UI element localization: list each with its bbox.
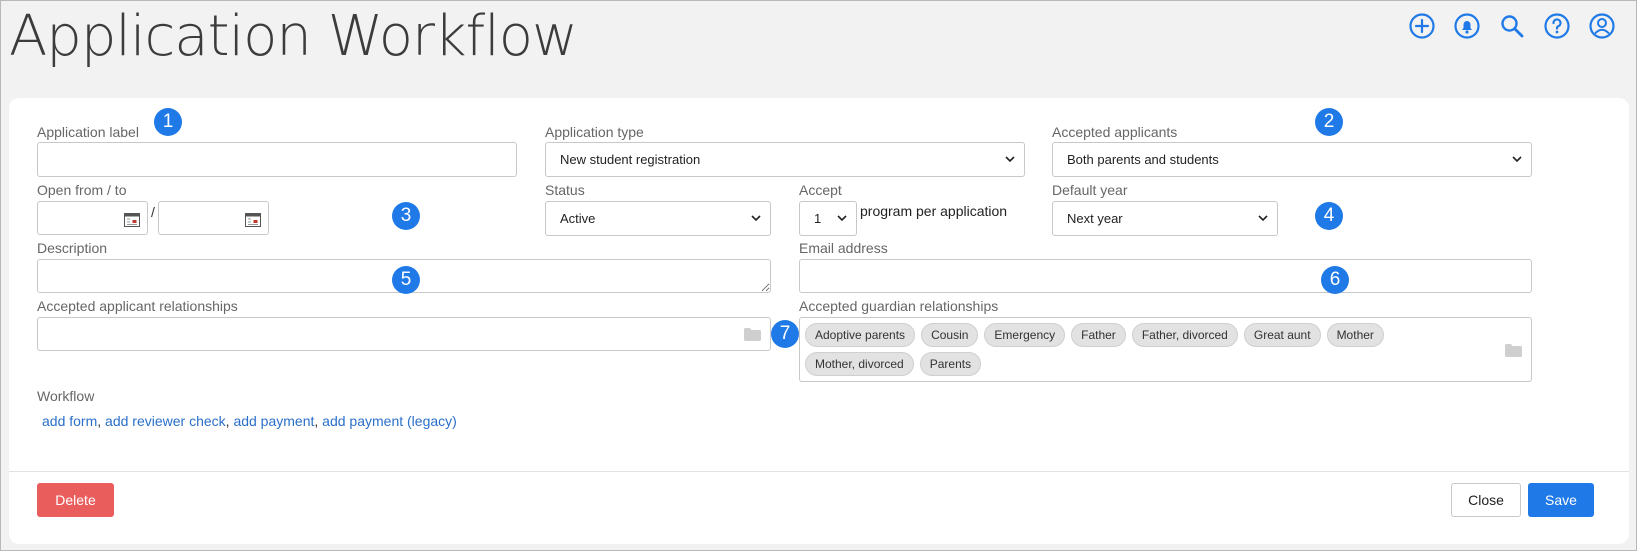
footer-divider: [9, 471, 1629, 472]
email-address-label: Email address: [799, 240, 888, 256]
folder-icon[interactable]: [744, 328, 761, 341]
default-year-value: Next year: [1067, 211, 1123, 226]
add-circle-icon[interactable]: [1408, 12, 1436, 40]
close-button[interactable]: Close: [1451, 483, 1521, 517]
link-separator: ,: [97, 413, 106, 429]
add-payment-link[interactable]: add payment: [233, 413, 314, 429]
workflow-links: add form, add reviewer check, add paymen…: [42, 413, 457, 429]
accepted-applicants-select[interactable]: Both parents and students: [1052, 142, 1532, 177]
add-form-link[interactable]: add form: [42, 413, 97, 429]
status-value: Active: [560, 211, 596, 226]
annotation-marker: 6: [1321, 266, 1349, 294]
chevron-down-icon: [1258, 215, 1268, 222]
relationship-tag[interactable]: Father: [1071, 323, 1126, 347]
annotation-marker: 1: [154, 108, 182, 136]
accepted-guardian-relationships-label: Accepted guardian relationships: [799, 298, 999, 314]
application-type-value: New student registration: [560, 152, 701, 167]
relationship-tag[interactable]: Father, divorced: [1131, 323, 1238, 347]
annotation-marker: 2: [1315, 108, 1343, 136]
form-card: Application label Application type New s…: [9, 98, 1629, 544]
accepted-applicant-relationships-label: Accepted applicant relationships: [37, 298, 238, 314]
relationship-tag[interactable]: Emergency: [984, 323, 1066, 347]
open-from-date-input[interactable]: [37, 201, 148, 235]
default-year-select[interactable]: Next year: [1052, 201, 1278, 236]
accept-count-value: 1: [814, 211, 822, 226]
header-icons: [1408, 12, 1616, 40]
relationship-tag[interactable]: Mother, divorced: [805, 352, 914, 376]
chevron-down-icon: [751, 215, 761, 222]
accept-label: Accept: [799, 182, 842, 198]
relationship-tag[interactable]: Mother: [1326, 323, 1384, 347]
description-label: Description: [37, 240, 108, 256]
chevron-down-icon: [1005, 156, 1015, 163]
chevron-down-icon: [1512, 156, 1522, 163]
accepted-applicants-value: Both parents and students: [1067, 152, 1219, 167]
calendar-icon[interactable]: [245, 212, 261, 227]
application-label-label: Application label: [37, 124, 139, 140]
folder-icon[interactable]: [1505, 344, 1522, 357]
page-title: Application Workflow: [9, 4, 578, 69]
relationship-tag[interactable]: Great aunt: [1243, 323, 1321, 347]
guardian-relationship-tags: Adoptive parents Cousin Emergency Father…: [805, 323, 1485, 376]
date-separator: /: [151, 204, 155, 220]
application-type-label: Application type: [545, 124, 644, 140]
application-label-input[interactable]: [37, 142, 517, 177]
application-type-select[interactable]: New student registration: [545, 142, 1025, 177]
search-icon[interactable]: [1498, 12, 1526, 40]
email-address-input[interactable]: [799, 259, 1532, 293]
accept-count-select[interactable]: 1: [799, 201, 857, 236]
annotation-marker: 5: [392, 266, 420, 294]
calendar-icon[interactable]: [124, 212, 140, 227]
save-button[interactable]: Save: [1528, 483, 1594, 517]
chevron-down-icon: [837, 215, 847, 222]
accepted-applicants-label: Accepted applicants: [1052, 124, 1178, 140]
bell-icon[interactable]: [1453, 12, 1481, 40]
accept-suffix-text: program per application: [860, 203, 1008, 219]
help-icon[interactable]: [1543, 12, 1571, 40]
status-select[interactable]: Active: [545, 201, 771, 236]
workflow-label: Workflow: [37, 388, 95, 404]
relationship-tag[interactable]: Parents: [919, 352, 982, 376]
status-label: Status: [545, 182, 585, 198]
delete-button[interactable]: Delete: [37, 483, 114, 517]
annotation-marker: 4: [1315, 202, 1343, 230]
user-icon[interactable]: [1588, 12, 1616, 40]
open-from-to-label: Open from / to: [37, 182, 127, 198]
accepted-guardian-relationships-field[interactable]: Adoptive parents Cousin Emergency Father…: [799, 317, 1532, 382]
link-separator: ,: [314, 413, 323, 429]
relationship-tag[interactable]: Adoptive parents: [805, 323, 916, 347]
add-reviewer-check-link[interactable]: add reviewer check: [105, 413, 226, 429]
annotation-marker: 7: [771, 320, 799, 348]
add-payment-legacy-link[interactable]: add payment (legacy): [322, 413, 457, 429]
accepted-applicant-relationships-field[interactable]: [37, 317, 771, 351]
open-to-date-input[interactable]: [158, 201, 269, 235]
default-year-label: Default year: [1052, 182, 1128, 198]
relationship-tag[interactable]: Cousin: [921, 323, 979, 347]
annotation-marker: 3: [392, 202, 420, 230]
